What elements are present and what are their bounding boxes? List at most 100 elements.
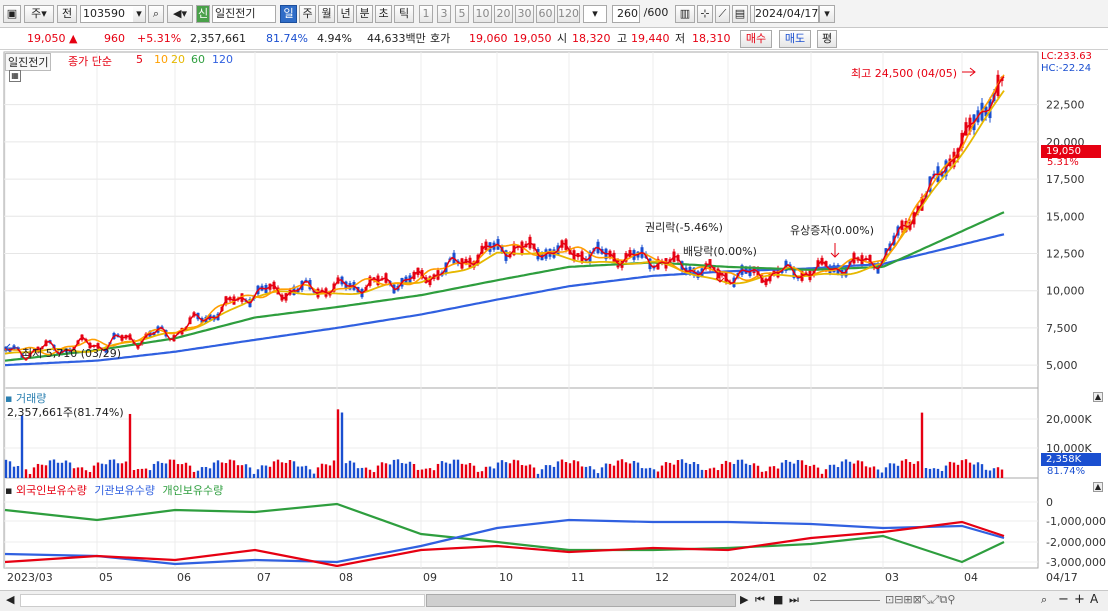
volume-bar bbox=[556, 461, 560, 478]
low-note: 최저 5,710 (03/29) bbox=[22, 347, 122, 360]
forward-icon[interactable]: ⏭ bbox=[789, 593, 799, 607]
buy-button[interactable]: 매수 bbox=[740, 30, 772, 48]
tab-month[interactable]: 월 bbox=[318, 5, 335, 23]
volume-bar bbox=[276, 459, 280, 478]
volume-bar bbox=[284, 462, 288, 478]
volume-bar bbox=[472, 465, 476, 478]
scroll-left-icon[interactable]: ◀ bbox=[6, 593, 14, 606]
rewind-icon[interactable]: ⏮ bbox=[755, 593, 765, 607]
scroll-bar[interactable]: ◀ ▶ ⏮ ■ ⏭ ⊡⊟⊞⊠⤡⤢⧉⚲ ⌕ − + A bbox=[0, 590, 1108, 611]
holdings-tick-label: 0 bbox=[1046, 496, 1053, 509]
save-icon[interactable]: ▤ bbox=[732, 5, 748, 23]
scroll-right-icon[interactable]: ▶ bbox=[740, 593, 748, 606]
search-icon[interactable]: ⌕ bbox=[148, 5, 164, 23]
tab-week[interactable]: 주 bbox=[299, 5, 316, 23]
pane-close-icon[interactable]: ▲ bbox=[1093, 392, 1103, 402]
volume-bar bbox=[300, 466, 304, 478]
volume-bar bbox=[500, 460, 504, 478]
event-arrow-icon bbox=[830, 243, 840, 258]
volume-bar bbox=[904, 459, 908, 478]
volume-bar bbox=[656, 471, 660, 478]
volume-bar bbox=[148, 470, 152, 478]
step-10[interactable]: 10 bbox=[473, 5, 492, 23]
scroll-thumb[interactable] bbox=[426, 594, 736, 607]
line-tool-icon[interactable]: ⟋ bbox=[715, 5, 730, 23]
zoom-search-icon[interactable]: ⌕ bbox=[1041, 593, 1047, 607]
tab-tick[interactable]: 틱 bbox=[394, 5, 414, 23]
volume-bar bbox=[280, 462, 284, 478]
font-size-icon[interactable]: A bbox=[1090, 592, 1098, 606]
x-tick-label: 06 bbox=[177, 571, 191, 584]
count-input[interactable]: 260 bbox=[612, 5, 640, 23]
step-120[interactable]: 120 bbox=[557, 5, 580, 23]
volume-bar bbox=[264, 465, 268, 478]
volume-bar bbox=[216, 460, 220, 478]
layout-icon[interactable]: ▣ bbox=[3, 5, 21, 23]
tab-second[interactable]: 초 bbox=[375, 5, 392, 23]
volume-bar bbox=[304, 465, 308, 478]
date-input[interactable]: 2024/04/17 bbox=[754, 5, 819, 23]
volume-bar bbox=[60, 462, 64, 478]
volume-bar bbox=[988, 470, 992, 478]
hc-label: HC:-22.24 bbox=[1041, 63, 1092, 74]
step-60[interactable]: 60 bbox=[536, 5, 555, 23]
market-select[interactable]: 주▾ bbox=[24, 5, 54, 23]
current-price: 19,050 ▲ bbox=[27, 32, 78, 45]
volume-bar bbox=[976, 462, 980, 478]
chart-svg[interactable]: 22,50020,00017,50015,00012,50010,0007,50… bbox=[0, 50, 1108, 590]
volume-bar bbox=[400, 463, 404, 478]
candle-icon[interactable]: ▥ bbox=[675, 5, 695, 23]
low-label: 저 bbox=[675, 32, 686, 45]
pane-close-icon[interactable]: ▲ bbox=[1093, 482, 1103, 492]
volume-bar bbox=[464, 464, 468, 478]
volume-bar bbox=[436, 463, 440, 478]
eval-button[interactable]: 평 bbox=[817, 30, 837, 48]
price-pane-title[interactable]: 일진전기 bbox=[5, 53, 52, 71]
step-20[interactable]: 20 bbox=[494, 5, 513, 23]
step-3[interactable]: 3 bbox=[437, 5, 451, 23]
crosshair-icon[interactable]: ⊹ bbox=[697, 5, 713, 23]
tool-icons[interactable]: ⊡⊟⊞⊠⤡⤢⧉⚲ bbox=[885, 593, 955, 607]
volume-bar bbox=[900, 460, 904, 478]
step-5[interactable]: 5 bbox=[455, 5, 469, 23]
volume-bar bbox=[704, 470, 708, 478]
volume-bar bbox=[460, 463, 464, 478]
mode-button[interactable]: 전 bbox=[57, 5, 77, 23]
volume-bar bbox=[956, 464, 960, 478]
volume-bar bbox=[412, 464, 416, 478]
volume-bar bbox=[780, 462, 784, 478]
x-tick-label: 12 bbox=[655, 571, 669, 584]
tab-minute[interactable]: 분 bbox=[356, 5, 373, 23]
volume-bar bbox=[620, 459, 624, 478]
grid-toggle-icon[interactable]: ▦ bbox=[9, 70, 21, 82]
ma120-legend: 120 bbox=[212, 53, 233, 66]
date-dropdown-icon[interactable]: ▾ bbox=[819, 5, 835, 23]
step-1[interactable]: 1 bbox=[419, 5, 433, 23]
sell-button[interactable]: 매도 bbox=[779, 30, 811, 48]
speaker-icon[interactable]: ◀▾ bbox=[167, 5, 193, 23]
scroll-track[interactable] bbox=[20, 594, 425, 607]
volume-bar bbox=[364, 467, 368, 478]
volume-bar bbox=[524, 465, 528, 478]
volume-bar bbox=[28, 473, 32, 478]
stop-icon[interactable]: ■ bbox=[773, 593, 783, 606]
volume-bar bbox=[168, 459, 172, 478]
volume-bar bbox=[840, 461, 844, 478]
step-30[interactable]: 30 bbox=[515, 5, 534, 23]
volume-bar bbox=[508, 463, 512, 478]
volume-tag: 2,358K bbox=[1041, 453, 1101, 466]
zoom-slider[interactable] bbox=[810, 600, 880, 601]
volume-bar bbox=[560, 459, 564, 478]
custom-step-dropdown[interactable]: ▾ bbox=[583, 5, 607, 23]
chart-area[interactable]: 22,500 20,000 17,500 15,000 12,500 10,000 7,50… bbox=[0, 50, 1108, 610]
volume-bar bbox=[604, 463, 608, 478]
volume-bar bbox=[980, 464, 984, 478]
zoom-in-icon[interactable]: + bbox=[1074, 592, 1085, 607]
event-rights: 권리락(-5.46%) bbox=[645, 221, 723, 234]
zoom-out-icon[interactable]: − bbox=[1058, 592, 1069, 607]
tab-year[interactable]: 년 bbox=[337, 5, 354, 23]
stock-name[interactable]: 일진전기 bbox=[212, 5, 276, 23]
code-dropdown-icon[interactable]: ▾ bbox=[133, 5, 146, 23]
tab-day[interactable]: 일 bbox=[280, 5, 297, 23]
last-pct-tag: 5.31% bbox=[1047, 157, 1079, 168]
